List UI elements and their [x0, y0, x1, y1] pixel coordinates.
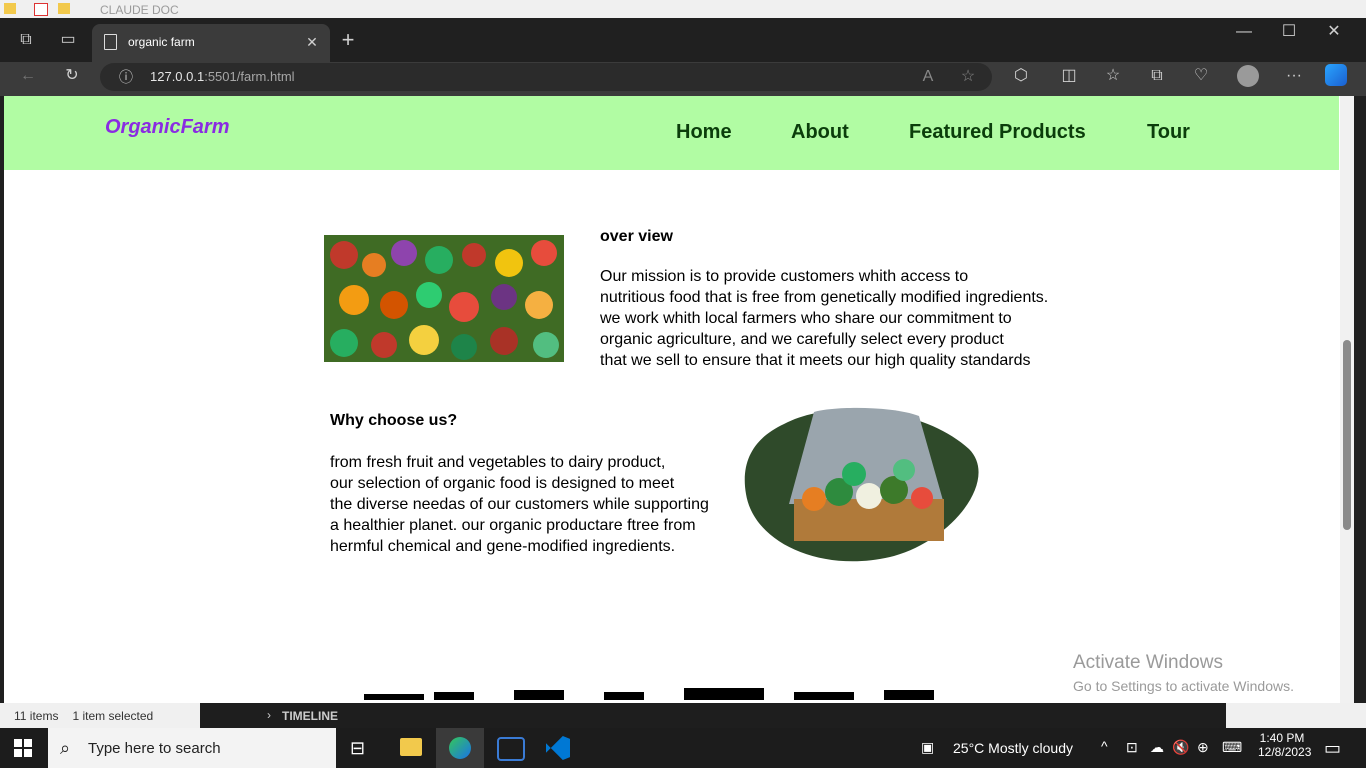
notifications-icon[interactable]: ▭	[1324, 738, 1341, 759]
windows-start-icon[interactable]	[14, 739, 32, 757]
refresh-icon[interactable]: ↻	[60, 66, 84, 86]
favorite-star-icon[interactable]: ☆	[956, 67, 980, 87]
file-explorer-icon[interactable]	[400, 738, 422, 756]
edge-taskbar-active[interactable]	[436, 728, 484, 768]
checklist-icon	[34, 3, 48, 16]
search-placeholder: Type here to search	[88, 740, 221, 757]
tab-title: organic farm	[128, 35, 195, 49]
favorites-icon[interactable]: ☆	[1101, 66, 1125, 86]
split-screen-icon[interactable]: ◫	[1057, 66, 1081, 86]
volume-muted-icon[interactable]: 🔇	[1172, 739, 1189, 756]
read-aloud-icon[interactable]: A	[916, 67, 940, 87]
background-window-title: CLAUDE DOC	[100, 3, 179, 17]
task-view-icon[interactable]: ⊟	[350, 738, 365, 759]
copilot-icon[interactable]	[1325, 64, 1347, 86]
maximize-icon[interactable]: ☐	[1277, 22, 1301, 42]
page-icon	[104, 34, 117, 50]
scrollbar-thumb[interactable]	[1343, 340, 1351, 530]
site-navbar: OrganicFarm Home About Featured Products…	[4, 96, 1339, 170]
vegetables-image	[324, 235, 564, 362]
weather-text[interactable]: 25°C Mostly cloudy	[953, 740, 1073, 756]
info-icon[interactable]: ⓘ	[114, 67, 138, 87]
close-tab-icon[interactable]: ✕	[300, 32, 324, 52]
address-bar[interactable]: ⓘ 127.0.0.1:5501/farm.html A ☆	[100, 63, 992, 91]
more-menu-icon[interactable]: ···	[1282, 66, 1306, 86]
collections-icon[interactable]: ⧉	[1145, 66, 1169, 86]
overview-heading: over view	[600, 228, 673, 245]
editor-timeline-panel[interactable]: TIMELINE	[282, 709, 338, 723]
nav-about[interactable]: About	[791, 121, 849, 144]
basket-image	[744, 404, 984, 564]
nav-featured-products[interactable]: Featured Products	[909, 121, 1086, 144]
device-icon[interactable]: ⊡	[1126, 739, 1138, 756]
nav-tour[interactable]: Tour	[1147, 121, 1190, 144]
close-window-icon[interactable]: ✕	[1322, 22, 1346, 42]
app-icon[interactable]	[497, 737, 525, 761]
cloud-icon[interactable]: ☁	[1150, 739, 1164, 756]
explorer-status-text: 11 items 1 item selected	[14, 709, 154, 723]
nav-home[interactable]: Home	[676, 121, 732, 144]
folder-icon	[58, 3, 70, 14]
url-text: 127.0.0.1:5501/farm.html	[150, 69, 295, 84]
network-globe-icon[interactable]: ⊕	[1197, 739, 1209, 756]
featured-heading-cutoff	[364, 688, 944, 703]
extensions-icon[interactable]: ⬡	[1009, 66, 1033, 86]
workspaces-icon[interactable]: ⧉	[14, 30, 38, 50]
profile-avatar-icon[interactable]	[1237, 65, 1259, 87]
page-viewport: OrganicFarm Home About Featured Products…	[4, 96, 1340, 703]
taskbar-search[interactable]: ⌕ Type here to search	[48, 728, 336, 768]
minimize-icon[interactable]: —	[1232, 22, 1256, 42]
back-icon[interactable]: ←	[16, 66, 40, 86]
performance-icon[interactable]: ♡	[1189, 66, 1213, 86]
activate-windows-watermark: Activate Windows Go to Settings to activ…	[1073, 652, 1294, 694]
why-heading: Why choose us?	[330, 412, 458, 429]
new-tab-icon[interactable]: +	[336, 29, 360, 51]
show-hidden-icons[interactable]: ^	[1101, 738, 1108, 754]
chevron-right-icon: ›	[267, 708, 271, 722]
search-icon: ⌕	[60, 738, 71, 758]
overview-text: Our mission is to provide customers whit…	[600, 268, 1049, 369]
background-explorer-titlebar: CLAUDE DOC	[0, 0, 1366, 18]
tab-actions-icon[interactable]: ▭	[56, 30, 80, 50]
folder-icon	[4, 3, 16, 14]
tab-organic-farm[interactable]: organic farm ✕	[92, 24, 330, 62]
site-brand[interactable]: OrganicFarm	[105, 116, 229, 139]
background-editor	[200, 703, 1226, 728]
edge-icon	[449, 737, 471, 759]
keyboard-icon[interactable]: ⌨	[1222, 739, 1242, 756]
clock[interactable]: 1:40 PM 12/8/2023	[1258, 731, 1311, 759]
why-text: from fresh fruit and vegetables to dairy…	[330, 454, 709, 555]
weather-icon[interactable]: ▣	[921, 739, 934, 756]
